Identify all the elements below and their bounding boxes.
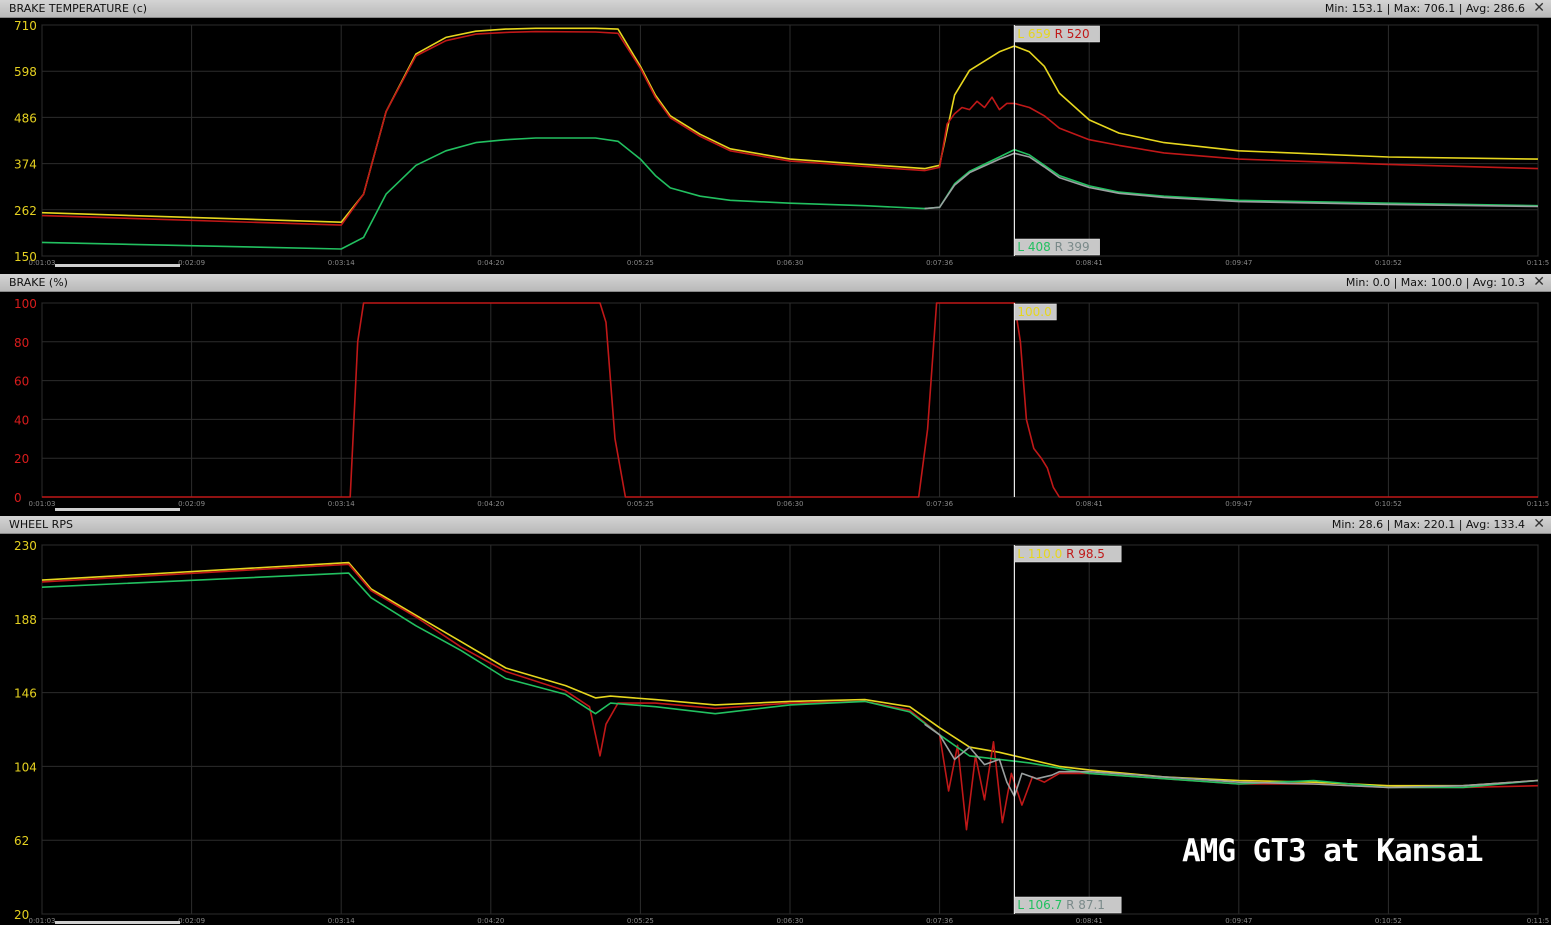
y-tick-label: 188 [14, 613, 37, 627]
y-tick-label: 486 [14, 111, 37, 125]
x-tick-label: 0:08:41 [1076, 500, 1103, 508]
x-tick-label: 0:09:47 [1225, 259, 1252, 267]
x-tick-label: 0:07:36 [926, 500, 954, 508]
cursor-bottom-label: L 106.7 R 87.1 [1014, 896, 1122, 914]
cursor-label-value: L 659 [1017, 27, 1054, 41]
x-tick-label: 0:10:52 [1375, 259, 1402, 267]
y-tick-label: 262 [14, 204, 37, 218]
y-tick-label: 104 [14, 760, 37, 774]
panel-brake-temperature: BRAKE TEMPERATURE (c) Min: 153.1 | Max: … [0, 0, 1551, 268]
x-tick-label: 0:03:14 [328, 917, 356, 925]
scrollbar-thumb [55, 921, 180, 924]
x-tick-label: 0:06:30 [777, 500, 804, 508]
y-tick-label: 80 [14, 336, 29, 350]
cursor-label-text: 100.0 [1017, 305, 1051, 319]
x-tick-label: 0:09:47 [1225, 500, 1252, 508]
x-tick-label: 0:10:52 [1375, 917, 1402, 925]
cursor-label-text: L 106.7 R 87.1 [1017, 898, 1105, 912]
y-tick-label: 146 [14, 687, 37, 701]
cursor-top-label: L 659 R 520 [1014, 25, 1100, 43]
y-tick-label: 230 [14, 539, 37, 553]
cursor-label-value: R 87.1 [1066, 898, 1105, 912]
x-tick-label: 0:11:5 [1527, 500, 1550, 508]
x-tick-label: 0:04:20 [477, 500, 504, 508]
x-tick-label: 0:07:36 [926, 917, 954, 925]
scrollbar-thumb [55, 508, 180, 511]
x-tick-label: 0:02:09 [178, 259, 205, 267]
panel-title: BRAKE TEMPERATURE (c) [9, 2, 148, 15]
cursor-top-label: 100.0 [1014, 303, 1057, 321]
cursor-label-text: L 110.0 R 98.5 [1017, 547, 1105, 561]
panel-title: BRAKE (%) [9, 276, 68, 289]
scrollbar-thumb [55, 264, 180, 267]
close-icon[interactable]: ✕ [1533, 0, 1545, 17]
x-tick-label: 0:01:03 [29, 917, 56, 925]
cursor-label-value: L 110.0 [1017, 547, 1066, 561]
x-tick-label: 0:11:5 [1527, 259, 1550, 267]
y-tick-label: 374 [14, 158, 37, 172]
x-tick-label: 0:09:47 [1225, 917, 1252, 925]
panel-stats: Min: 153.1 | Max: 706.1 | Avg: 286.6 [1324, 2, 1525, 15]
cursor-top-label: L 110.0 R 98.5 [1014, 545, 1122, 563]
cursor-label-value: R 98.5 [1066, 547, 1105, 561]
x-tick-label: 0:04:20 [477, 917, 504, 925]
y-tick-label: 20 [14, 908, 29, 922]
x-tick-label: 0:03:14 [328, 500, 356, 508]
x-tick-label: 0:05:25 [627, 259, 654, 267]
panel-brake: BRAKE (%) Min: 0.0 | Max: 100.0 | Avg: 1… [0, 274, 1551, 512]
x-tick-label: 0:05:25 [627, 500, 654, 508]
cursor-label-value: R 520 [1055, 27, 1090, 41]
x-tick-label: 0:07:36 [926, 259, 954, 267]
y-tick-label: 40 [14, 413, 29, 427]
cursor-label-value: 100.0 [1017, 305, 1051, 319]
cursor-label-value: L 106.7 [1017, 898, 1066, 912]
y-tick-label: 150 [14, 250, 37, 264]
x-tick-label: 0:06:30 [777, 259, 804, 267]
y-tick-label: 62 [14, 834, 29, 848]
brake-temperature-chart[interactable]: 0:01:03 0:02:09 0:03:14 0:04:20 0:05:25 0:06:… [0, 18, 1551, 268]
x-tick-label: 0:03:14 [328, 259, 356, 267]
close-icon[interactable]: ✕ [1533, 274, 1545, 291]
x-tick-label: 0:08:41 [1076, 917, 1103, 925]
cursor-label-value: L 408 [1017, 240, 1054, 254]
x-tick-label: 0:01:03 [29, 500, 56, 508]
panel-header: BRAKE TEMPERATURE (c) Min: 153.1 | Max: … [0, 0, 1551, 18]
cursor-bottom-label: L 408 R 399 [1014, 238, 1100, 256]
chart-caption: AMG GT3 at Kansai [1182, 833, 1483, 869]
panel-stats: Min: 28.6 | Max: 220.1 | Avg: 133.4 [1331, 518, 1525, 531]
x-tick-label: 0:11:5 [1527, 917, 1550, 925]
panel-stats: Min: 0.0 | Max: 100.0 | Avg: 10.3 [1345, 276, 1525, 289]
x-tick-label: 0:04:20 [477, 259, 504, 267]
cursor-label-text: L 408 R 399 [1017, 240, 1089, 254]
x-tick-label: 0:02:09 [178, 500, 205, 508]
y-tick-label: 100 [14, 297, 37, 311]
x-tick-label: 0:02:09 [178, 917, 205, 925]
close-icon[interactable]: ✕ [1533, 516, 1545, 533]
cursor-label-text: L 659 R 520 [1017, 27, 1089, 41]
x-tick-label: 0:06:30 [777, 917, 804, 925]
y-tick-label: 598 [14, 65, 37, 79]
panel-header: WHEEL RPS Min: 28.6 | Max: 220.1 | Avg: … [0, 516, 1551, 534]
x-tick-label: 0:08:41 [1076, 259, 1103, 267]
y-tick-label: 0 [14, 491, 22, 505]
panel-title: WHEEL RPS [9, 518, 73, 531]
x-tick-label: 0:05:25 [627, 917, 654, 925]
y-tick-label: 710 [14, 19, 37, 33]
y-tick-label: 60 [14, 375, 29, 389]
series-line-gray [924, 723, 1539, 798]
y-tick-label: 20 [14, 452, 29, 466]
x-tick-label: 0:10:52 [1375, 500, 1402, 508]
panel-header: BRAKE (%) Min: 0.0 | Max: 100.0 | Avg: 1… [0, 274, 1551, 292]
cursor-label-value: R 399 [1055, 240, 1090, 254]
brake-chart[interactable]: 0:01:03 0:02:09 0:03:14 0:04:20 0:05:25 0:06:… [0, 292, 1551, 512]
